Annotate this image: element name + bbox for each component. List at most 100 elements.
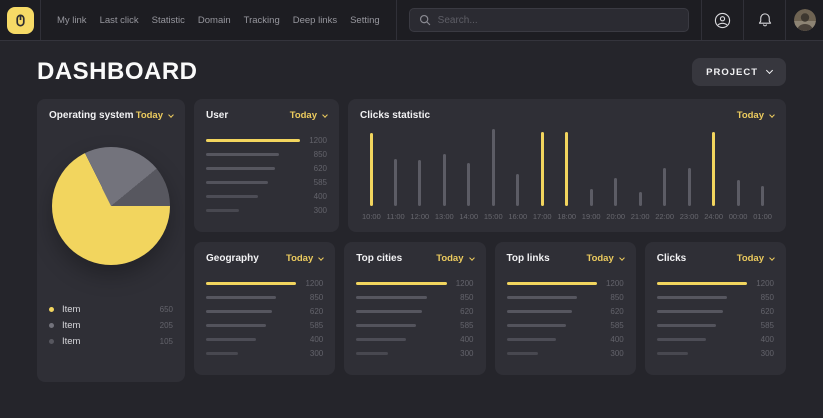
hbar-value: 1200 <box>447 279 474 288</box>
hbar-bar <box>356 296 426 299</box>
vbar-bar <box>639 192 642 206</box>
vbar-area <box>394 127 397 206</box>
nav-item-my-link[interactable]: My link <box>57 15 87 26</box>
vbar-time-label: 24:00 <box>704 212 723 221</box>
hbar-track <box>657 310 747 313</box>
vbar-column: 15:00 <box>484 127 503 221</box>
hbar-track <box>206 167 300 170</box>
vbar-time-label: 15:00 <box>484 212 503 221</box>
bottom-row: Geography Today 1200850620585400300 Top … <box>194 242 786 375</box>
hbar-value: 585 <box>447 321 474 330</box>
hbar-bar <box>206 296 276 299</box>
card-title: Top links <box>507 253 550 264</box>
project-button[interactable]: PROJECT <box>692 58 786 86</box>
paperclip-icon <box>13 13 28 28</box>
vbar-area <box>639 127 642 206</box>
period-dropdown[interactable]: Today <box>586 253 623 264</box>
hbar-row: 300 <box>206 346 323 360</box>
app-logo[interactable] <box>7 7 34 34</box>
vbar-column: 13:00 <box>435 127 454 221</box>
hbar-bar <box>206 209 239 212</box>
nav-item-last-click[interactable]: Last click <box>100 15 139 26</box>
hbar-track <box>507 352 597 355</box>
project-button-label: PROJECT <box>706 67 758 78</box>
vbar-bar <box>492 129 495 206</box>
period-dropdown[interactable]: Today <box>290 110 327 121</box>
period-dropdown[interactable]: Today <box>737 253 774 264</box>
avatar <box>794 9 816 31</box>
nav-item-domain[interactable]: Domain <box>198 15 231 26</box>
hbar-bar <box>206 195 258 198</box>
hbar-row: 1200 <box>206 276 323 290</box>
vbar-bar <box>688 168 691 206</box>
vbar-bar <box>565 132 568 206</box>
vbar-time-label: 13:00 <box>435 212 454 221</box>
hbar-value: 1200 <box>296 279 323 288</box>
hbar-track <box>657 324 747 327</box>
vbar-time-label: 11:00 <box>386 212 404 221</box>
hbar-row: 850 <box>507 290 624 304</box>
vbar-column: 11:00 <box>386 127 404 221</box>
card-title: Top cities <box>356 253 402 264</box>
hbar-bar <box>206 282 296 285</box>
hbar-bar <box>356 352 388 355</box>
period-dropdown[interactable]: Today <box>737 110 774 121</box>
hbar-row: 585 <box>206 318 323 332</box>
vbar-time-label: 22:00 <box>655 212 674 221</box>
period-dropdown[interactable]: Today <box>286 253 323 264</box>
hbar-bar <box>657 282 747 285</box>
hbar-track <box>356 338 446 341</box>
search-input[interactable] <box>438 15 679 26</box>
vbar-bar <box>761 186 764 206</box>
hbar-row: 850 <box>356 290 473 304</box>
vbar-bar <box>663 168 666 206</box>
period-dropdown[interactable]: Today <box>136 110 173 121</box>
hbar-track <box>206 296 296 299</box>
hbar-value: 620 <box>296 307 323 316</box>
hbar-bar <box>657 296 727 299</box>
vbar-area <box>516 127 519 206</box>
search-box[interactable] <box>409 8 689 32</box>
hbar-track <box>657 352 747 355</box>
nav-item-tracking[interactable]: Tracking <box>244 15 280 26</box>
hbar-row: 300 <box>657 346 774 360</box>
account-button[interactable] <box>701 0 743 40</box>
vbar-area <box>467 127 470 206</box>
hbar-value: 850 <box>747 293 774 302</box>
hbar-row: 300 <box>507 346 624 360</box>
hbar-track <box>206 209 300 212</box>
hbar-row: 400 <box>356 332 473 346</box>
nav-item-statistic[interactable]: Statistic <box>152 15 185 26</box>
hbar-bar <box>206 167 275 170</box>
hbar-list: 1200850620585400300 <box>657 276 774 360</box>
chevron-down-icon <box>318 255 324 261</box>
main-content: DASHBOARD PROJECT Operating system Today… <box>0 41 823 382</box>
legend-row: Item650 <box>49 301 173 317</box>
navbar: My link Last click Statistic Domain Tracking… <box>0 0 823 41</box>
legend-value: 205 <box>160 321 173 330</box>
notifications-button[interactable] <box>743 0 785 40</box>
hbar-track <box>206 139 300 142</box>
card-user: User Today 1200850620585400300 <box>194 99 339 232</box>
vbar-column: 14:00 <box>459 127 478 221</box>
vbar-bar <box>614 178 617 206</box>
main-nav: My link Last click Statistic Domain Tracking… <box>41 0 396 40</box>
hbar-list: 1200850620585400300 <box>356 276 473 360</box>
hbar-row: 620 <box>507 304 624 318</box>
vbar-area <box>712 127 715 206</box>
account-circle-icon <box>713 11 732 30</box>
nav-item-deep-links[interactable]: Deep links <box>293 15 337 26</box>
vbar-bar <box>418 160 421 206</box>
vbar-area <box>443 127 446 206</box>
period-dropdown[interactable]: Today <box>436 253 473 264</box>
search-icon <box>419 14 431 26</box>
vbar-time-label: 14:00 <box>459 212 478 221</box>
profile-menu[interactable] <box>785 0 823 40</box>
top-row: User Today 1200850620585400300 Clicks st… <box>194 99 786 232</box>
vbar-area <box>688 127 691 206</box>
vbar-area <box>541 127 544 206</box>
hbar-row: 400 <box>206 332 323 346</box>
nav-item-setting[interactable]: Setting <box>350 15 380 26</box>
hbar-row: 300 <box>356 346 473 360</box>
chevron-down-icon <box>469 255 475 261</box>
